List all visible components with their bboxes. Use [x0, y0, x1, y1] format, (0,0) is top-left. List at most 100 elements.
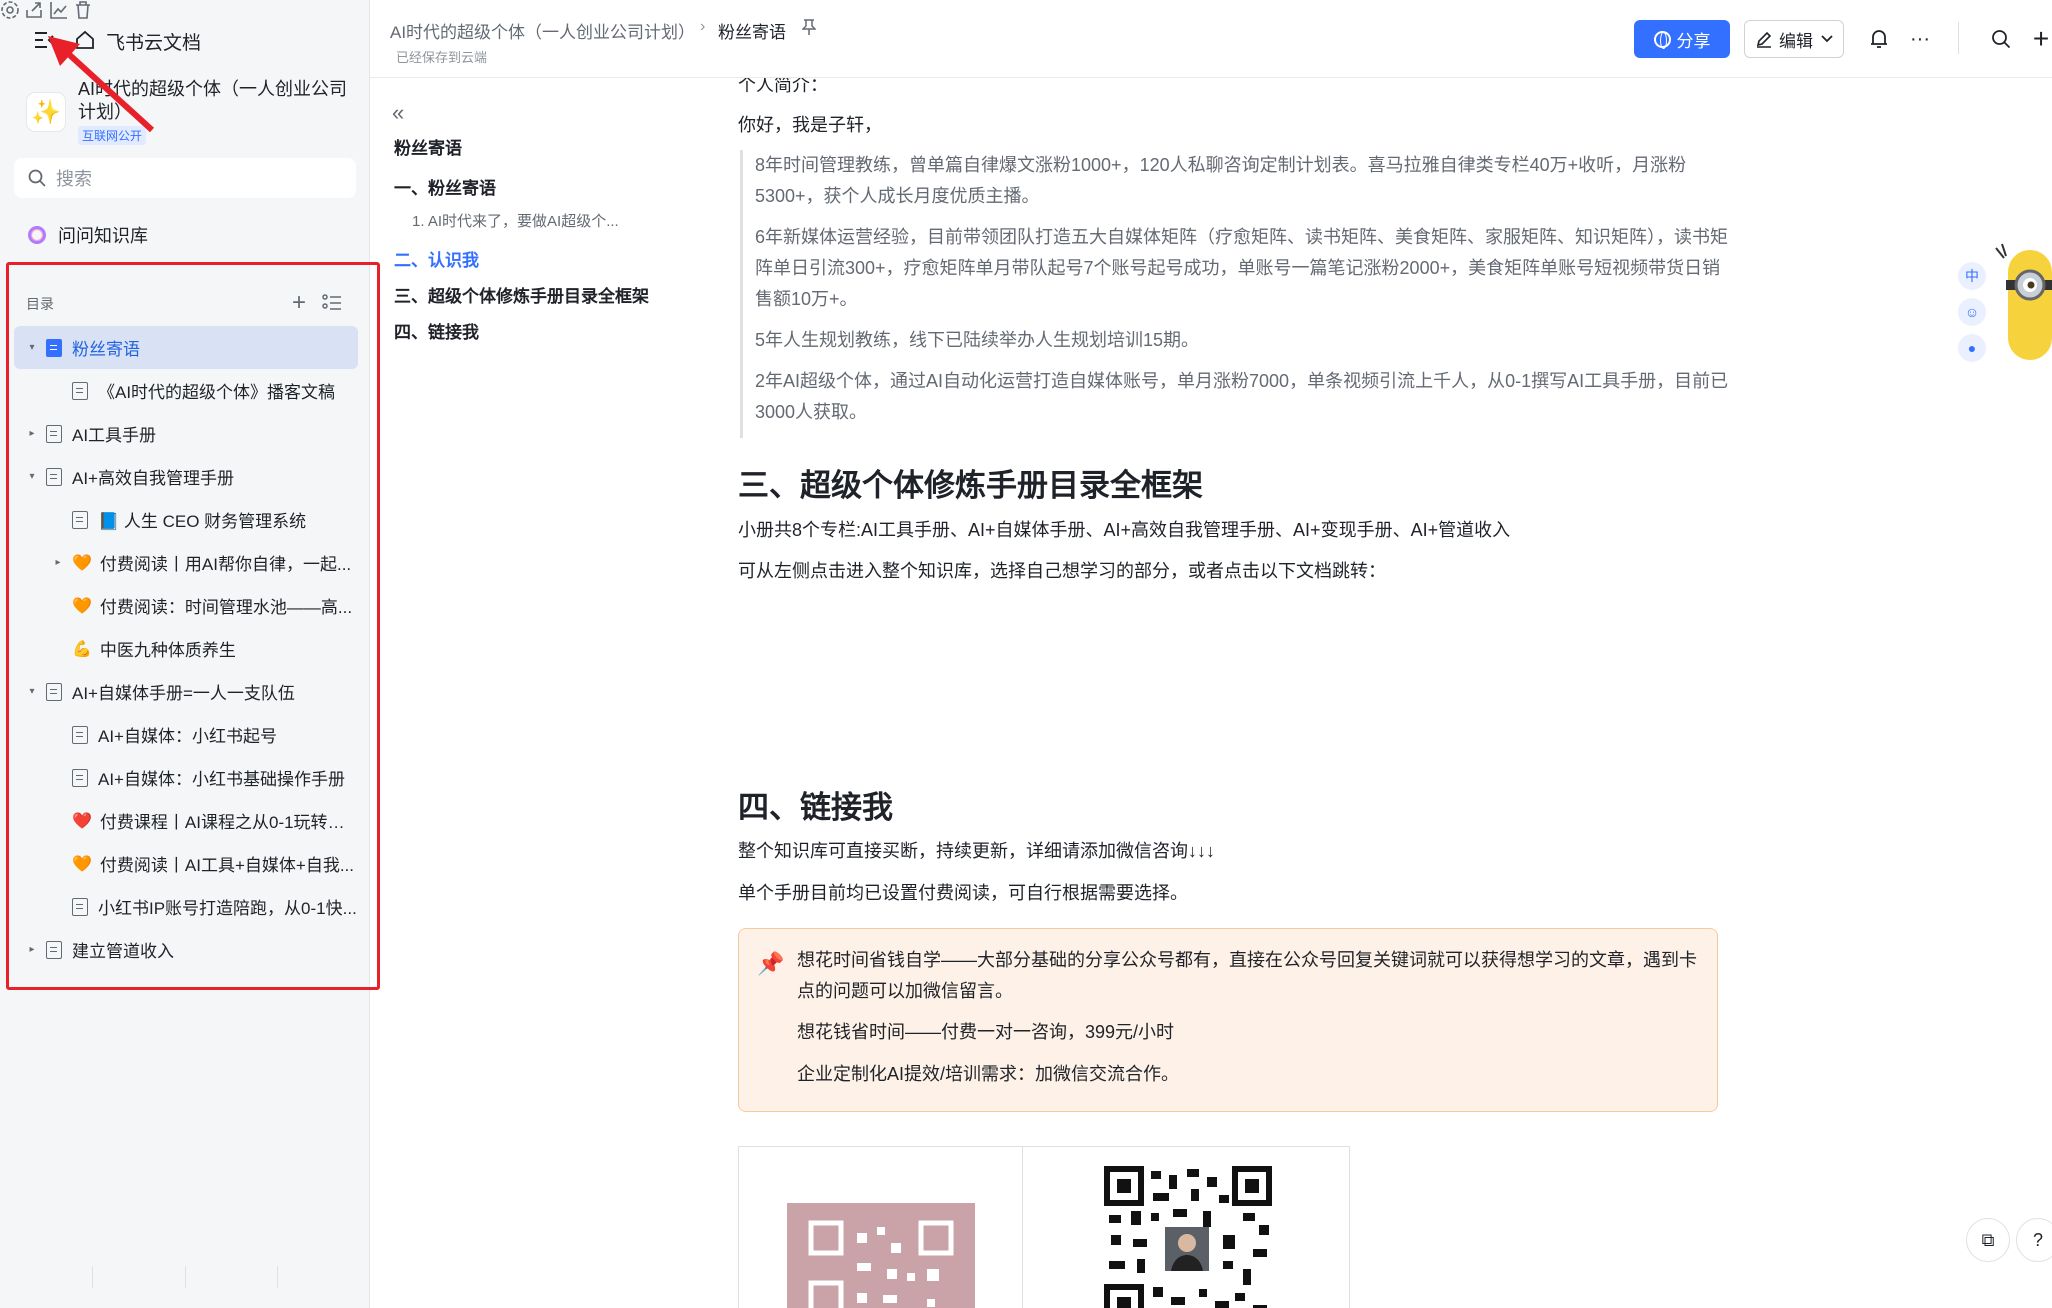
caret-right-icon[interactable]: ▸	[26, 428, 38, 439]
section3-paragraph[interactable]: 可从左侧点击进入整个知识库，选择自己想学习的部分，或者点击以下文档跳转：	[738, 556, 1386, 587]
outline-item[interactable]: 1. AI时代来了，要做AI超级个...	[412, 210, 652, 231]
caret-down-icon[interactable]: ▾	[26, 686, 38, 697]
section4-paragraph[interactable]: 整个知识库可直接买断，持续更新，详细请添加微信咨询↓↓↓	[738, 836, 1215, 867]
document-icon	[72, 381, 88, 400]
settings-icon[interactable]	[0, 1, 24, 24]
toc-item-label: 中医九种体质养生	[99, 641, 236, 660]
edit-button[interactable]: 编辑	[1744, 20, 1844, 58]
trash-icon[interactable]	[73, 1, 93, 24]
toc-item[interactable]: 🧡 付费阅读丨AI工具+自媒体+自我...	[14, 842, 358, 885]
outline-item-active[interactable]: 二、认识我	[394, 246, 664, 271]
toc-item[interactable]: ▾ AI+自媒体手册=一人一支队伍	[14, 670, 358, 713]
caret-down-icon[interactable]: ▾	[26, 471, 38, 482]
edit-label: 编辑	[1779, 31, 1813, 51]
callout-block[interactable]: 📌 想花时间省钱自学——大部分基础的分享公众号都有，直接在公众号回复关键词就可以…	[738, 928, 1718, 1112]
quote-block[interactable]: 8年时间管理教练，曾单篇自律爆文涨粉1000+，120人私聊咨询定制计划表。喜马…	[740, 150, 1730, 438]
toc-item[interactable]: AI+自媒体：小红书基础操作手册	[14, 756, 358, 799]
copy-link-icon[interactable]: ⧉	[1966, 1218, 2010, 1262]
table-divider	[1022, 1147, 1023, 1308]
document-icon	[46, 467, 62, 486]
toc-item[interactable]: ▸ 建立管道收入	[14, 928, 358, 971]
breadcrumb-parent[interactable]: AI时代的超级个体（一人创业公司计划）	[390, 18, 695, 43]
callout-text: 企业定制化AI提效/培训需求：加微信交流合作。	[797, 1064, 1180, 1084]
divider	[277, 1266, 278, 1288]
document-icon	[72, 768, 88, 787]
floating-toolbar: 中 ☺ ●	[1958, 262, 1988, 370]
toc-item-label: 付费阅读丨用AI帮你自律，一起...	[99, 555, 352, 574]
toc-item[interactable]: ▸ AI工具手册	[14, 412, 358, 455]
help-icon[interactable]: ?	[2016, 1218, 2052, 1262]
outline-panel: « 粉丝寄语 一、粉丝寄语 1. AI时代来了，要做AI超级个... 二、认识我…	[370, 78, 670, 678]
list-settings-icon[interactable]	[322, 294, 344, 314]
document-icon	[72, 725, 88, 744]
toc-item-label: AI+高效自我管理手册	[72, 469, 234, 488]
caret-right-icon[interactable]: ▸	[26, 944, 38, 955]
toc-item-label: 小红书IP账号打造陪跑，从0-1快...	[98, 899, 357, 918]
collapse-outline-icon[interactable]: «	[392, 100, 404, 126]
section3-paragraph[interactable]: 小册共8个专栏:AI工具手册、AI+自媒体手册、AI+高效自我管理手册、AI+变…	[738, 515, 1510, 546]
orange-heart-icon: 🧡	[72, 554, 92, 572]
toc-item-label: AI+自媒体手册=一人一支队伍	[72, 684, 295, 703]
section-heading[interactable]: 四、链接我	[738, 782, 893, 827]
toc-tree: ▾ 粉丝寄语《AI时代的超级个体》播客文稿 ▸ AI工具手册 ▾ AI+高效自我管理手册 📘…	[14, 326, 358, 971]
toc-item[interactable]: 《AI时代的超级个体》播客文稿	[14, 369, 358, 412]
toc-item[interactable]: 小红书IP账号打造陪跑，从0-1快...	[14, 885, 358, 928]
toc-item[interactable]: 📘 人生 CEO 财务管理系统	[14, 498, 358, 541]
flex-arm-icon: 💪	[72, 640, 92, 658]
outline-item[interactable]: 一、粉丝寄语	[394, 174, 664, 199]
toc-item[interactable]: ❤️ 付费课程丨AI课程之从0-1玩转自...	[14, 799, 358, 842]
analytics-icon[interactable]	[49, 2, 73, 24]
section4-paragraph[interactable]: 单个手册目前均已设置付费阅读，可自行根据需要选择。	[738, 878, 1188, 909]
qr-code-image[interactable]	[1103, 1165, 1273, 1308]
breadcrumb-current[interactable]: 粉丝寄语	[718, 18, 786, 43]
toc-item-label: 付费阅读丨AI工具+自媒体+自我...	[99, 856, 355, 875]
share-button[interactable]: 分享	[1634, 20, 1730, 58]
toc-item[interactable]: ▾ 粉丝寄语	[14, 326, 358, 369]
pin-icon[interactable]	[801, 18, 817, 41]
emoji-icon[interactable]: ☺	[1958, 298, 1986, 326]
share-out-icon[interactable]	[24, 2, 48, 24]
ai-ring-icon	[28, 226, 46, 244]
divider	[185, 1266, 186, 1288]
chevron-down-icon	[1821, 35, 1833, 43]
bell-icon[interactable]	[1866, 26, 1892, 52]
toc-item[interactable]: ▾ AI+高效自我管理手册	[14, 455, 358, 498]
add-page-icon[interactable]: +	[292, 291, 306, 315]
outline-item[interactable]: 三、超级个体修炼手册目录全框架	[394, 282, 664, 307]
skin-icon[interactable]: ●	[1958, 334, 1986, 362]
toc-header: 目录	[26, 296, 54, 312]
greeting-text[interactable]: 你好，我是子轩，	[738, 110, 882, 141]
caret-right-icon[interactable]: ▸	[52, 557, 64, 568]
toc-item[interactable]: 💪 中医九种体质养生	[14, 627, 358, 670]
document-body: 个人简介： 你好，我是子轩， 8年时间管理教练，曾单篇自律爆文涨粉1000+，1…	[736, 78, 1736, 1308]
document-icon	[72, 897, 88, 916]
quote-paragraph: 5年人生规划教练，线下已陆续举办人生规划培训15期。	[755, 330, 1200, 350]
quote-paragraph: 2年AI超级个体，通过AI自动化运营打造自媒体账号，单月涨粉7000，单条视频引…	[755, 371, 1729, 422]
outline-title[interactable]: 粉丝寄语	[394, 134, 664, 159]
wechat-qr-image[interactable]	[787, 1203, 975, 1308]
quote-paragraph: 8年时间管理教练，曾单篇自律爆文涨粉1000+，120人私聊咨询定制计划表。喜马…	[755, 155, 1687, 206]
share-label: 分享	[1676, 31, 1711, 51]
toc-item[interactable]: 🧡 付费阅读：时间管理水池——高...	[14, 584, 358, 627]
intro-heading[interactable]: 个人简介：	[738, 78, 828, 101]
ask-knowledge-base[interactable]: 问问知识库	[28, 222, 148, 248]
plus-icon[interactable]: +	[2028, 23, 2052, 54]
toc-item-label: 《AI时代的超级个体》播客文稿	[98, 383, 336, 402]
search-icon[interactable]	[1988, 26, 2014, 52]
chinese-input-icon[interactable]: 中	[1958, 262, 1986, 290]
toc-item[interactable]: AI+自媒体：小红书起号	[14, 713, 358, 756]
more-icon[interactable]: ···	[1907, 26, 1933, 52]
orange-heart-icon: 🧡	[72, 855, 92, 873]
callout-text: 想花钱省时间——付费一对一咨询，399元/小时	[797, 1022, 1175, 1042]
quote-paragraph: 6年新媒体运营经验，目前带领团队打造五大自媒体矩阵（疗愈矩阵、读书矩阵、美食矩阵…	[755, 227, 1729, 309]
breadcrumb-separator-icon: ›	[700, 18, 706, 35]
caret-down-icon[interactable]: ▾	[26, 342, 38, 353]
document-icon	[46, 424, 62, 443]
outline-item[interactable]: 四、链接我	[394, 318, 664, 343]
toc-item[interactable]: ▸ 🧡 付费阅读丨用AI帮你自律，一起...	[14, 541, 358, 584]
search-input[interactable]: 搜索	[14, 158, 356, 198]
section-heading[interactable]: 三、超级个体修炼手册目录全框架	[738, 460, 1203, 505]
document-icon	[46, 940, 62, 959]
toc-item-label: 📘 人生 CEO 财务管理系统	[98, 512, 307, 531]
toc-item-label: AI+自媒体：小红书基础操作手册	[98, 770, 345, 789]
